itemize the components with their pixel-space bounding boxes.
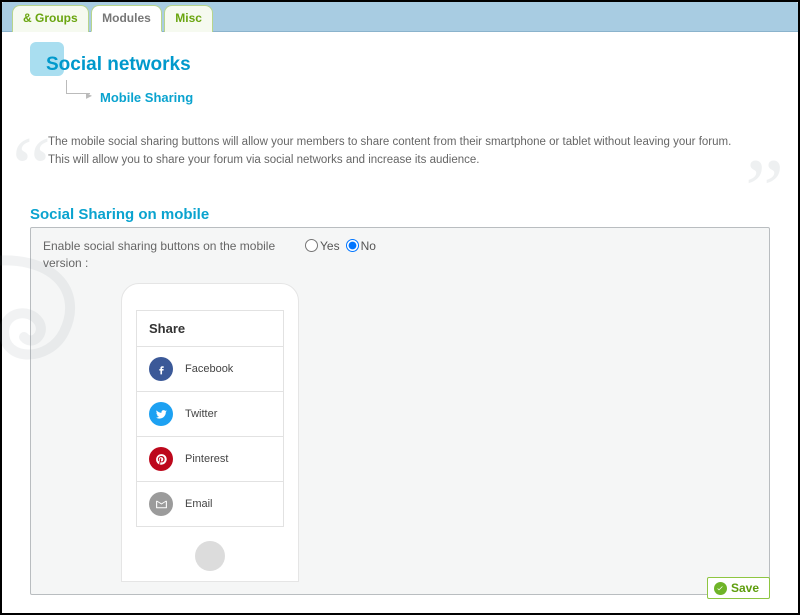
tab-groups-label: & Groups — [23, 11, 78, 25]
breadcrumb: Mobile Sharing — [100, 90, 193, 105]
radio-no-label: No — [361, 239, 376, 253]
share-item-pinterest: Pinterest — [137, 437, 283, 482]
option-label: Enable social sharing buttons on the mob… — [43, 238, 305, 272]
tab-bar: & Groups Modules Misc — [2, 2, 798, 32]
share-item-label: Pinterest — [185, 453, 228, 465]
check-icon — [714, 582, 727, 595]
description-text: The mobile social sharing buttons will a… — [48, 133, 752, 170]
save-button-label: Save — [731, 581, 759, 595]
tab-modules[interactable]: Modules — [91, 5, 162, 32]
share-item-label: Email — [185, 498, 213, 510]
radio-yes[interactable]: Yes — [305, 239, 340, 253]
phone-home-button-icon — [195, 541, 225, 571]
share-item-facebook: Facebook — [137, 347, 283, 392]
tab-misc[interactable]: Misc — [164, 5, 213, 32]
title-block: Social networks ▸ Mobile Sharing — [30, 52, 770, 107]
share-item-label: Twitter — [185, 408, 217, 420]
share-item-email: Email — [137, 482, 283, 526]
save-button[interactable]: Save — [707, 577, 770, 599]
share-item-twitter: Twitter — [137, 392, 283, 437]
radio-yes-input[interactable] — [305, 239, 318, 252]
radio-no-input[interactable] — [346, 239, 359, 252]
radio-group: Yes No — [305, 238, 376, 253]
tab-misc-label: Misc — [175, 11, 202, 25]
breadcrumb-arrow-icon: ▸ — [86, 88, 92, 102]
pinterest-icon — [149, 447, 173, 471]
quote-close-icon: ” — [745, 173, 784, 208]
share-box: Share Facebook Twitter — [136, 310, 284, 527]
email-icon — [149, 492, 173, 516]
page-title: Social networks — [46, 52, 770, 76]
radio-no[interactable]: No — [346, 239, 376, 253]
description-block: “ The mobile social sharing buttons will… — [30, 133, 770, 170]
facebook-icon — [149, 357, 173, 381]
section-heading: Social Sharing on mobile — [30, 206, 770, 223]
share-header: Share — [137, 311, 283, 347]
twitter-icon — [149, 402, 173, 426]
tab-modules-label: Modules — [102, 11, 151, 25]
quote-open-icon: “ — [12, 151, 51, 186]
phone-preview: Share Facebook Twitter — [121, 283, 299, 582]
settings-panel: Enable social sharing buttons on the mob… — [30, 227, 770, 596]
option-row: Enable social sharing buttons on the mob… — [43, 238, 757, 272]
radio-yes-label: Yes — [320, 239, 340, 253]
tab-groups[interactable]: & Groups — [12, 5, 89, 32]
share-item-label: Facebook — [185, 363, 233, 375]
page-content: Social networks ▸ Mobile Sharing “ The m… — [2, 32, 798, 605]
